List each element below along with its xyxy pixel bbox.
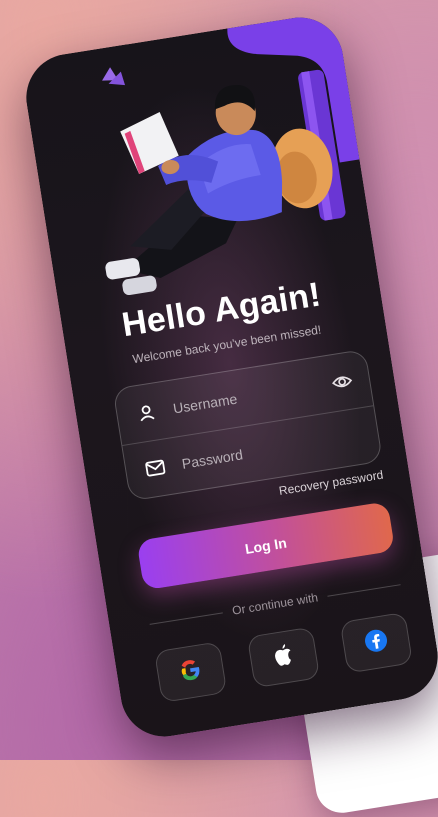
social-login-row bbox=[153, 611, 414, 703]
password-input[interactable] bbox=[178, 431, 334, 474]
divider-line bbox=[327, 583, 401, 597]
hero-illustration bbox=[20, 11, 375, 308]
show-password-icon[interactable] bbox=[330, 369, 355, 394]
google-login-button[interactable] bbox=[153, 641, 228, 703]
facebook-icon bbox=[361, 625, 392, 660]
reading-person-illustration bbox=[102, 11, 360, 296]
apple-login-button[interactable] bbox=[246, 626, 321, 689]
apple-icon bbox=[269, 640, 298, 674]
divider-line bbox=[149, 611, 223, 625]
mail-icon bbox=[143, 456, 168, 481]
login-button[interactable]: Log In bbox=[136, 501, 396, 591]
divider-label: Or continue with bbox=[231, 590, 319, 618]
google-icon bbox=[175, 655, 206, 690]
login-screen: Hello Again! Welcome back you've been mi… bbox=[19, 11, 438, 743]
username-input[interactable] bbox=[169, 375, 325, 418]
facebook-login-button[interactable] bbox=[339, 611, 414, 674]
butterfly-icon bbox=[102, 67, 126, 86]
user-icon bbox=[134, 400, 159, 425]
